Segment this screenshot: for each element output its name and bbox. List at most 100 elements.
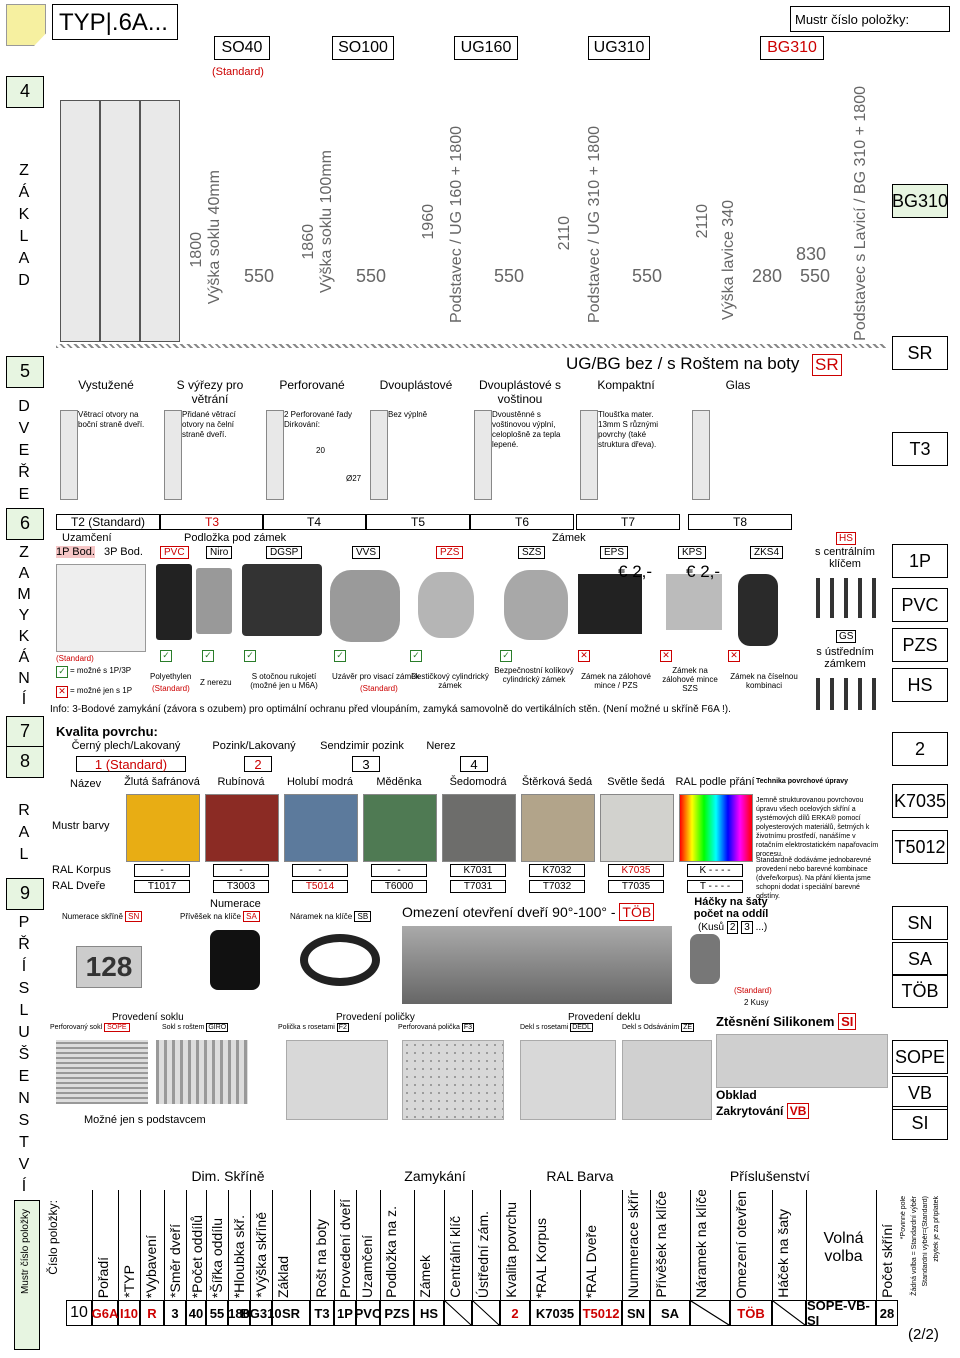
lock-code-niro[interactable]: Niro: [206, 546, 233, 559]
order-value-11[interactable]: 1P: [334, 1300, 356, 1326]
order-value-9[interactable]: SR: [272, 1300, 310, 1326]
deklo-title: Provedení deklu: [568, 1012, 641, 1023]
summary-0: BG310: [892, 184, 948, 218]
order-value-14[interactable]: HS: [414, 1300, 444, 1326]
summary-10: SN: [892, 906, 948, 940]
ral-color-name: Rubínová: [217, 776, 265, 788]
door-code[interactable]: T8: [688, 514, 792, 530]
order-value-23[interactable]: TÖB: [730, 1300, 772, 1326]
lock-code-zks4[interactable]: ZKS4: [750, 546, 784, 559]
privesek[interactable]: Přívěšek na klíče SA: [180, 911, 260, 922]
order-value-24[interactable]: [772, 1300, 806, 1326]
ztesneni[interactable]: Ztěsnění Silikonem SI: [716, 1013, 857, 1030]
lock-code-szs[interactable]: SZS: [518, 546, 546, 559]
order-header: Náramek na klíče: [690, 1190, 730, 1300]
sokl-perf[interactable]: Perforovaný sokl SOPE: [50, 1023, 130, 1032]
ral-dvere-value[interactable]: T7035: [608, 880, 664, 893]
ral-korpus-value[interactable]: K7031: [450, 864, 506, 877]
hs-badge[interactable]: HS: [836, 532, 856, 545]
lock-code-kps[interactable]: KPS: [678, 546, 707, 559]
dekl-odsavani[interactable]: Dekl s Odsáváním ZE: [622, 1023, 695, 1032]
order-value-3[interactable]: R: [140, 1300, 164, 1326]
nerezu: Z nerezu: [200, 678, 232, 687]
zakrytovani[interactable]: Zakrytování VB: [716, 1103, 810, 1119]
order-value-22[interactable]: [690, 1300, 730, 1326]
ral-korpus-value[interactable]: -: [213, 864, 269, 877]
lock-1p[interactable]: 1P Bod.: [56, 546, 95, 558]
dim-so100-sokl: Výška soklu 100mm: [318, 150, 335, 294]
omezeni-label[interactable]: Omezení otevření dveří 90°-100° - TÖB: [402, 903, 655, 921]
ral-swatch[interactable]: [126, 794, 200, 862]
lock-3p[interactable]: 3P Bod.: [104, 546, 143, 558]
letter: L: [19, 228, 29, 245]
ral-color-name: Štěrková šedá: [521, 776, 593, 788]
ral-swatch[interactable]: [284, 794, 358, 862]
policka-rosety[interactable]: Polička s rosetami F2: [278, 1023, 349, 1032]
order-value-12[interactable]: PVC: [355, 1300, 381, 1326]
gs-badge[interactable]: GS: [836, 630, 857, 643]
lock-code-eps[interactable]: EPS: [600, 546, 629, 559]
ral-korpus-value[interactable]: K7035: [608, 864, 664, 877]
sokl-rost[interactable]: Sokl s roštem GIRO: [162, 1023, 229, 1032]
lock-code-pvc[interactable]: PVC: [160, 546, 189, 559]
order-value-10[interactable]: T3: [310, 1300, 334, 1326]
order-value-20[interactable]: SN: [622, 1300, 650, 1326]
quality-value[interactable]: 2: [244, 756, 272, 772]
ral-swatch[interactable]: [600, 794, 674, 862]
policka-perf[interactable]: Perforovaná polička F3: [398, 1023, 474, 1032]
dekl-rosety[interactable]: Dekl s rosetami DEDL: [520, 1023, 593, 1032]
ral-swatch[interactable]: [363, 794, 437, 862]
door-code[interactable]: T4: [262, 514, 366, 530]
ral-korpus-value[interactable]: K7032: [529, 864, 585, 877]
order-header: *RAL Korpus: [530, 1190, 580, 1300]
quality-value[interactable]: 3: [352, 756, 380, 772]
letter: N: [18, 670, 30, 687]
order-value-19[interactable]: T5012: [580, 1300, 622, 1326]
lock-code-pzs[interactable]: PZS: [436, 546, 464, 559]
ral-korpus-value[interactable]: K - - - -: [687, 864, 743, 877]
ral-color-name: Šedomodrá: [449, 776, 507, 788]
ral-dvere-value[interactable]: T - - - -: [687, 880, 743, 893]
door-code[interactable]: T3: [160, 514, 264, 530]
order-value-16[interactable]: [472, 1300, 500, 1326]
ral-korpus-value[interactable]: -: [134, 864, 190, 877]
ral-dvere-value[interactable]: T3003: [213, 880, 269, 893]
order-value-8[interactable]: BG310: [240, 1300, 282, 1326]
lock-code-vvs[interactable]: VVS: [352, 546, 381, 559]
order-value-21[interactable]: SA: [650, 1300, 690, 1326]
quality-value[interactable]: 4: [460, 756, 488, 772]
order-value-15[interactable]: [444, 1300, 472, 1326]
ral-dvere-value[interactable]: T6000: [371, 880, 427, 893]
ral-dvere-value[interactable]: T1017: [134, 880, 190, 893]
numerace-skrine[interactable]: Numerace skříně SN: [62, 911, 143, 922]
ral-swatch[interactable]: [442, 794, 516, 862]
ral-dvere-value[interactable]: T7031: [450, 880, 506, 893]
door-code[interactable]: T5: [366, 514, 470, 530]
order-value-13[interactable]: PZS: [380, 1300, 414, 1326]
order-value-17[interactable]: 2: [500, 1300, 530, 1326]
order-value-6[interactable]: 55: [206, 1300, 228, 1326]
ral-dvere-value[interactable]: T5014: [292, 880, 348, 893]
naramek[interactable]: Náramek na klíče SB: [290, 911, 372, 922]
ral-swatch[interactable]: [679, 794, 753, 862]
ral-swatch[interactable]: [205, 794, 279, 862]
door-code[interactable]: T7: [576, 514, 680, 530]
door-code[interactable]: T2 (Standard): [56, 514, 160, 530]
order-value-4[interactable]: 3: [164, 1300, 186, 1326]
ral-korpus-value[interactable]: -: [371, 864, 427, 877]
order-value-26[interactable]: 28: [876, 1300, 898, 1326]
quality-value[interactable]: 1 (Standard): [76, 756, 186, 772]
order-value-2[interactable]: I10: [118, 1300, 140, 1326]
order-value-25[interactable]: SOPE-VB-SI: [806, 1298, 876, 1328]
order-value-0[interactable]: 10: [66, 1300, 92, 1326]
ral-dvere-value[interactable]: T7032: [529, 880, 585, 893]
order-value-1[interactable]: G6A: [92, 1300, 118, 1326]
lock-code-dgsp[interactable]: DGSP: [266, 546, 303, 559]
tech-title: Technika povrchové úpravy: [756, 778, 849, 785]
ral-swatch[interactable]: [521, 794, 595, 862]
ral-korpus-value[interactable]: -: [292, 864, 348, 877]
door-code[interactable]: T6: [470, 514, 574, 530]
order-value-18[interactable]: K7035: [530, 1300, 580, 1326]
type-code-box: TYP|.6A...: [52, 4, 178, 40]
order-value-5[interactable]: 40: [186, 1300, 206, 1326]
